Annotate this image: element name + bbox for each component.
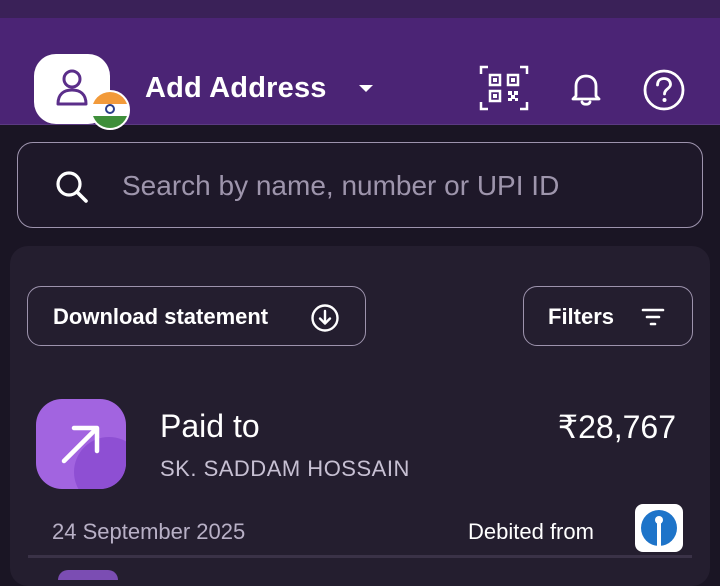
transaction-amount: ₹28,767 [557, 409, 676, 445]
filters-label: Filters [548, 304, 615, 329]
caret-down-icon[interactable] [358, 84, 374, 94]
transaction-type[interactable]: Paid to [160, 408, 260, 445]
filter-icon [641, 308, 665, 326]
qr-scan-icon[interactable] [478, 64, 530, 112]
transaction-payee: SK. SADDAM HOSSAIN [160, 456, 410, 481]
profile-icon [56, 69, 88, 106]
india-flag-icon [90, 90, 130, 130]
sbi-bank-icon [635, 504, 683, 552]
download-statement-label: Download statement [53, 304, 269, 329]
status-bar-strip [0, 0, 720, 18]
arrow-up-right-icon [61, 425, 100, 464]
payment-sent-icon [36, 399, 126, 489]
app-header: Add Address [0, 18, 720, 130]
search-icon [56, 171, 88, 203]
bell-icon[interactable] [566, 68, 606, 108]
debited-from-label: Debited from [468, 519, 594, 544]
search-input[interactable]: Search by name, number or UPI ID [17, 142, 703, 228]
transaction-date: 24 September 2025 [52, 519, 246, 544]
divider [28, 555, 692, 558]
download-statement-button[interactable]: Download statement [27, 286, 366, 346]
download-icon [311, 304, 339, 332]
search-placeholder: Search by name, number or UPI ID [122, 170, 560, 201]
next-transaction-icon [58, 570, 118, 580]
add-address-label[interactable]: Add Address [145, 72, 327, 105]
transactions-card: Download statement Filters Paid to SK. S… [10, 246, 710, 586]
help-icon[interactable] [642, 68, 686, 112]
filters-button[interactable]: Filters [523, 286, 693, 346]
